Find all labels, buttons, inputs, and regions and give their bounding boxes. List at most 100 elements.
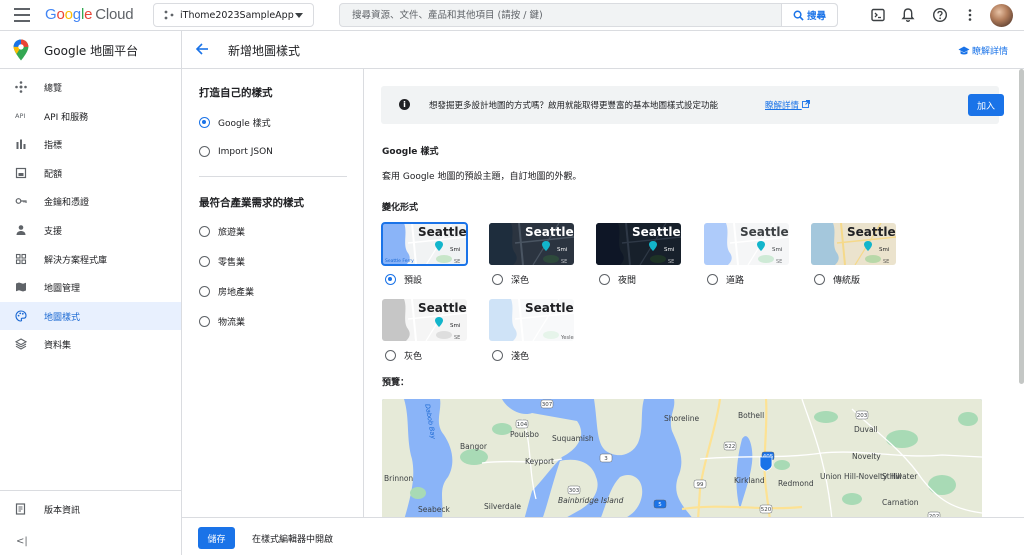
style-source-panel: 打造自己的樣式 Google 樣式 Import JSON 最符合產業需求的樣式…: [182, 69, 364, 520]
sidebar-item-key[interactable]: 金鑰和憑證: [0, 187, 181, 215]
open-in-editor-button[interactable]: 在樣式編輯器中開啟: [252, 532, 333, 545]
help-icon[interactable]: [932, 7, 948, 23]
more-vert-icon[interactable]: [962, 7, 978, 23]
collapse-nav-icon[interactable]: <|: [16, 536, 28, 547]
radio-logistics[interactable]: 物流業: [199, 315, 245, 328]
variant-map-thumbnail: Seattle Smi SE: [382, 299, 467, 341]
project-name: iThome2023SampleApp: [180, 9, 294, 21]
map-label: Brinnon: [384, 474, 413, 483]
search-button[interactable]: 搜尋: [781, 4, 837, 26]
variant-thumb-dark[interactable]: Seattle Smi SE: [489, 223, 574, 265]
route-number: 3: [604, 456, 608, 462]
sidebar-item-overview[interactable]: 總覽: [0, 73, 181, 101]
radio-dot: [199, 226, 210, 237]
section-title-custom: 打造自己的樣式: [199, 87, 273, 99]
thumb-smith-label: Smi: [664, 247, 675, 253]
google-style-title: Google 樣式: [382, 147, 439, 157]
back-arrow-icon[interactable]: [195, 42, 209, 56]
variant-thumb-retro[interactable]: Seattle Smi SE: [811, 223, 896, 265]
sidebar-item-label: 資料集: [44, 341, 72, 352]
variant-map-thumbnail: Seattle Yesler Wy: [489, 299, 574, 341]
sidebar-item-quotas[interactable]: 配額: [0, 159, 181, 187]
radio-variant-road[interactable]: 道路: [707, 273, 744, 286]
radio-travel[interactable]: 旅遊業: [199, 225, 245, 238]
sidebar-item-api[interactable]: API API 和服務: [0, 102, 181, 130]
sidebar-item-label: 指標: [44, 141, 63, 152]
search-input[interactable]: [340, 4, 782, 26]
thumb-city-label: Seattle: [525, 301, 574, 315]
radio-variant-default[interactable]: 預設: [385, 273, 422, 286]
radio-variant-retro[interactable]: 傳統版: [814, 273, 860, 286]
save-button[interactable]: 儲存: [198, 527, 235, 549]
route-number: 303: [569, 488, 580, 494]
avatar[interactable]: [990, 4, 1013, 27]
cloud-shell-icon[interactable]: [870, 7, 886, 23]
map-label: Bainbridge Island: [558, 496, 624, 505]
thumb-smith-label: Smi: [450, 247, 461, 253]
radio-dot: [814, 274, 825, 285]
radio-google-style[interactable]: Google 樣式: [199, 116, 271, 129]
main-content: i 想發掘更多設計地圖的方式嗎？啟用就能取得更豐富的基本地圖樣式設定功能 瞭解詳…: [364, 69, 1019, 520]
map-preview[interactable]: Shoreline Bothell Poulsbo Suquamish Bang…: [382, 399, 982, 520]
content-scrollbar[interactable]: [1019, 69, 1024, 384]
variant-thumb-gray[interactable]: Seattle Smi SE: [382, 299, 467, 341]
product-header: Google 地圖平台: [0, 31, 181, 69]
upgrade-banner: i 想發掘更多設計地圖的方式嗎？啟用就能取得更豐富的基本地圖樣式設定功能 瞭解詳…: [381, 86, 1004, 124]
main-menu-icon[interactable]: [14, 8, 30, 22]
radio-retail[interactable]: 零售業: [199, 255, 245, 268]
thumb-road-label: SE: [561, 259, 567, 265]
route-shield: 303: [567, 485, 581, 495]
variant-thumb-road[interactable]: Seattle Smi SE: [704, 223, 789, 265]
radio-dot: [199, 286, 210, 297]
map-label: Stillwater: [882, 472, 918, 481]
variant-thumb-light[interactable]: Seattle Yesler Wy: [489, 299, 574, 341]
notifications-icon[interactable]: [900, 7, 916, 23]
open-in-new-icon: [801, 100, 810, 108]
sidebar-item-label: 地圖樣式: [44, 312, 81, 323]
radio-variant-night[interactable]: 夜間: [599, 273, 636, 286]
sidebar-item-support[interactable]: 支援: [0, 216, 181, 244]
google-cloud-logo[interactable]: Google Cloud: [45, 6, 134, 23]
sidebar-item-dataset[interactable]: 資料集: [0, 330, 181, 358]
sidebar-item-label: 配額: [44, 169, 63, 180]
radio-import-json[interactable]: Import JSON: [199, 146, 273, 157]
variant-thumb-default[interactable]: Seattle Smi SE Seattle Ferry: [381, 222, 468, 266]
radio-dot: [199, 117, 210, 128]
release-notes-item[interactable]: 版本資訊: [0, 495, 181, 523]
left-nav: Google 地圖平台 總覽 API API 和服務指標配額金鑰和憑證 支援 解決方案程…: [0, 31, 182, 555]
nav-footer: [0, 490, 181, 491]
radio-real-estate[interactable]: 房地產業: [199, 285, 254, 298]
thumb-city-label: Seattle: [740, 225, 789, 239]
banner-learn-more-link[interactable]: 瞭解詳情: [765, 99, 810, 111]
radio-variant-dark[interactable]: 深色: [492, 273, 529, 286]
thumb-road-label: SE: [776, 259, 782, 265]
sidebar-item-library[interactable]: 解決方案程式庫: [0, 245, 181, 273]
key-icon: [15, 195, 27, 207]
route-shield: 3: [599, 453, 613, 463]
thumb-smith-label: Smi: [557, 247, 568, 253]
sidebar-item-label: 總覽: [44, 84, 63, 94]
variant-thumb-night[interactable]: Seattle Smi SE: [596, 223, 681, 265]
sidebar-item-metrics[interactable]: 指標: [0, 130, 181, 158]
variant-map-thumbnail: Seattle Smi SE Seattle Ferry: [382, 223, 467, 265]
route-number: 104: [517, 422, 528, 428]
route-shield: 520: [759, 504, 773, 514]
dataset-icon: [14, 338, 28, 351]
divider: [199, 176, 347, 177]
project-dots-icon: [164, 10, 174, 20]
radio-dot: [199, 256, 210, 267]
map-label: Silverdale: [484, 502, 521, 511]
join-button[interactable]: 加入: [968, 94, 1004, 116]
map-label: Carnation: [882, 498, 919, 507]
radio-variant-light[interactable]: 淺色: [492, 349, 529, 362]
project-picker[interactable]: iThome2023SampleApp: [153, 3, 314, 27]
action-bar: 儲存 在樣式編輯器中開啟: [182, 517, 1024, 555]
sidebar-item-label: 地圖管理: [44, 284, 81, 295]
thumb-city-label: Seattle: [632, 225, 681, 239]
thumb-road-label: SE: [454, 259, 460, 265]
variants-title: 變化形式: [382, 203, 419, 213]
sidebar-item-palette[interactable]: 地圖樣式: [0, 301, 181, 330]
sidebar-item-map[interactable]: 地圖管理: [0, 273, 181, 301]
learn-more-link[interactable]: 瞭解詳情: [958, 44, 1008, 57]
radio-variant-gray[interactable]: 灰色: [385, 349, 422, 362]
